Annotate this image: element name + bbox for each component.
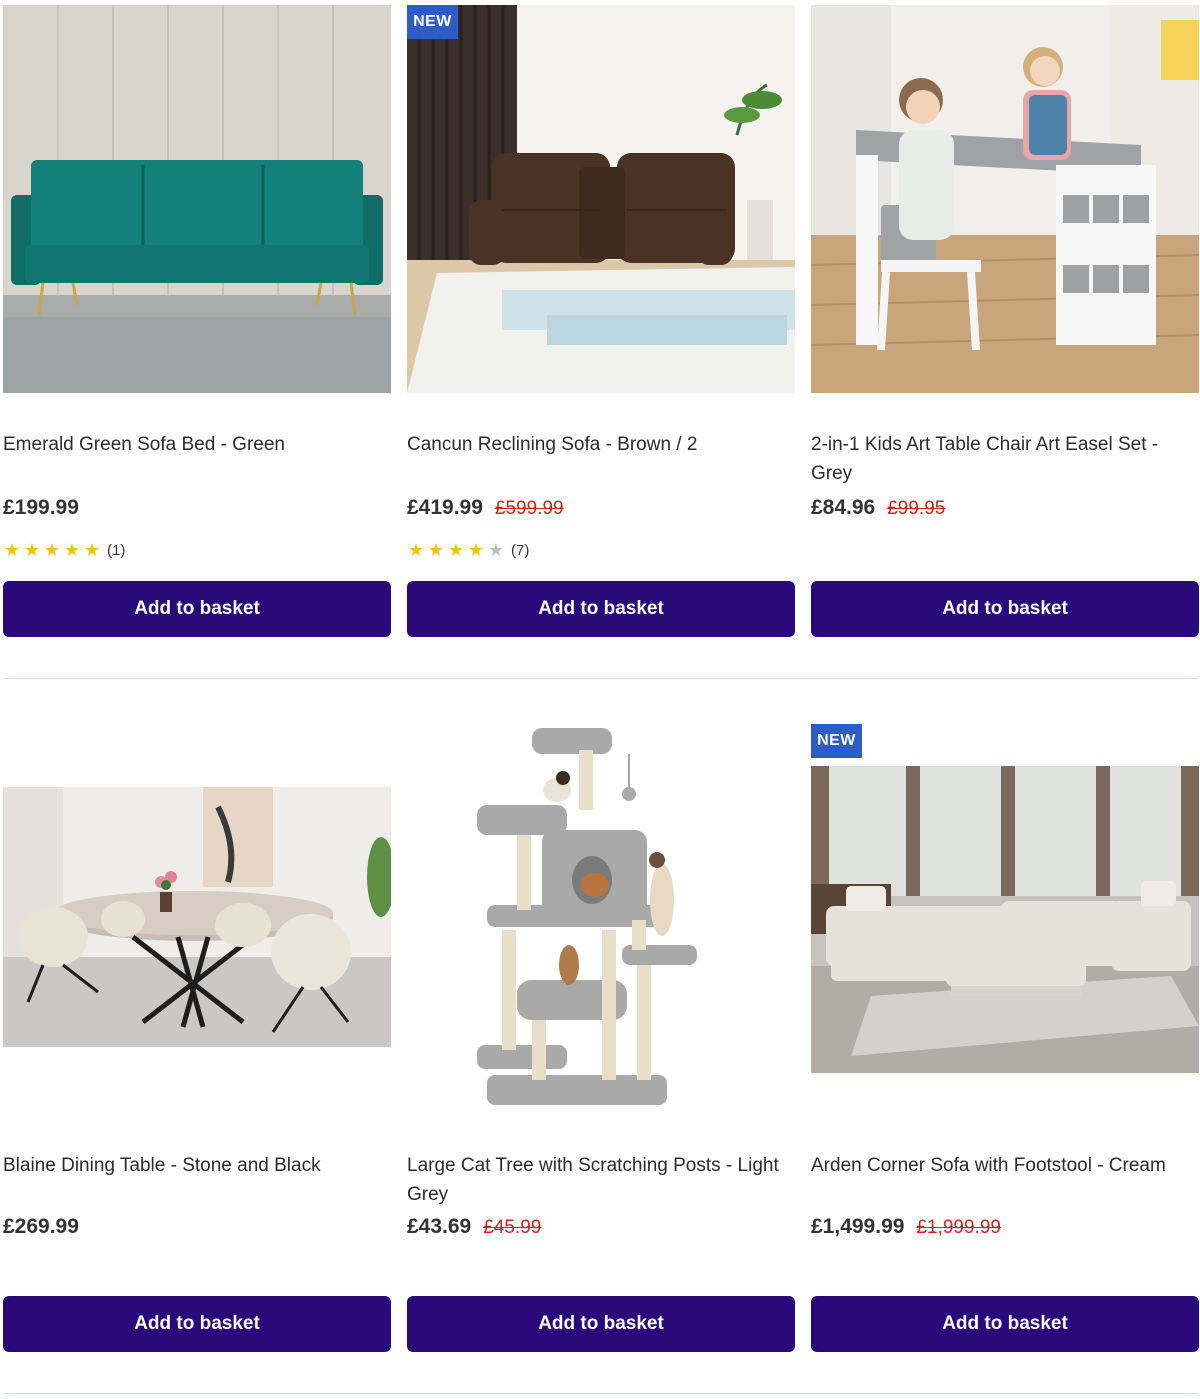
row-divider xyxy=(3,678,1198,679)
product-title[interactable]: 2-in-1 Kids Art Table Chair Art Easel Se… xyxy=(811,430,1199,488)
corner-sofa-image[interactable] xyxy=(811,766,1199,1073)
price-line: £269.99 xyxy=(3,1215,79,1239)
star-rating[interactable]: ★ ★ ★ ★ ★ (7) xyxy=(407,541,529,559)
product-row-2: Blaine Dining Table - Stone and Black £2… xyxy=(0,680,1200,1399)
rating-count: (7) xyxy=(511,541,530,559)
product-card: NEW Cancun Reclining Sofa - Brown / 2 £4… xyxy=(407,0,795,680)
add-to-basket-button[interactable]: Add to basket xyxy=(407,1296,795,1352)
was-price: £45.99 xyxy=(483,1217,542,1238)
price-line: £84.96 £99.95 xyxy=(811,496,945,520)
product-card: Blaine Dining Table - Stone and Black £2… xyxy=(3,680,391,1399)
product-title[interactable]: Arden Corner Sofa with Footstool - Cream xyxy=(811,1151,1199,1180)
green-sofa-bed-image[interactable] xyxy=(3,5,391,393)
star-filled-icon: ★ xyxy=(447,540,465,560)
product-card: Emerald Green Sofa Bed - Green £199.99 ★… xyxy=(3,0,391,680)
add-to-basket-button[interactable]: Add to basket xyxy=(3,1296,391,1352)
add-to-basket-button[interactable]: Add to basket xyxy=(3,581,391,637)
add-to-basket-button[interactable]: Add to basket xyxy=(811,1296,1199,1352)
kids-art-table-image[interactable] xyxy=(811,5,1199,393)
product-card: NEW Arden Corner Sofa with Footstool - C… xyxy=(811,680,1199,1399)
product-price: £269.99 xyxy=(3,1215,79,1238)
brown-recliner-sofa-image[interactable]: NEW xyxy=(407,5,795,393)
add-to-basket-button[interactable]: Add to basket xyxy=(811,581,1199,637)
was-price: £599.99 xyxy=(494,498,564,519)
product-price: £43.69 xyxy=(407,1215,472,1238)
product-price: £419.99 xyxy=(407,496,483,519)
price-line: £199.99 xyxy=(3,496,79,520)
product-row-1: Emerald Green Sofa Bed - Green £199.99 ★… xyxy=(0,0,1200,680)
product-title[interactable]: Emerald Green Sofa Bed - Green xyxy=(3,430,391,459)
star-empty-icon: ★ xyxy=(487,540,505,560)
star-filled-icon: ★ xyxy=(467,540,485,560)
dining-table-image[interactable] xyxy=(3,787,391,1047)
row-divider xyxy=(3,1393,1198,1394)
product-price: £84.96 xyxy=(811,496,876,519)
star-filled-icon: ★ xyxy=(83,540,101,560)
star-filled-icon: ★ xyxy=(63,540,81,560)
rating-count: (1) xyxy=(107,541,126,559)
star-filled-icon: ★ xyxy=(43,540,61,560)
price-line: £419.99 £599.99 xyxy=(407,496,564,520)
cat-tree-image[interactable] xyxy=(407,720,795,1120)
price-line: £1,499.99 £1,999.99 xyxy=(811,1215,1001,1239)
product-card: Large Cat Tree with Scratching Posts - L… xyxy=(407,680,795,1399)
product-price: £1,499.99 xyxy=(811,1215,905,1238)
product-title[interactable]: Cancun Reclining Sofa - Brown / 2 xyxy=(407,430,795,459)
star-filled-icon: ★ xyxy=(427,540,445,560)
star-rating[interactable]: ★ ★ ★ ★ ★ (1) xyxy=(3,541,125,559)
product-price: £199.99 xyxy=(3,496,79,519)
new-badge: NEW xyxy=(811,724,862,758)
product-title[interactable]: Blaine Dining Table - Stone and Black xyxy=(3,1151,391,1180)
product-title[interactable]: Large Cat Tree with Scratching Posts - L… xyxy=(407,1151,795,1209)
was-price: £99.95 xyxy=(887,498,946,519)
add-to-basket-button[interactable]: Add to basket xyxy=(407,581,795,637)
star-filled-icon: ★ xyxy=(3,540,21,560)
star-filled-icon: ★ xyxy=(407,540,425,560)
new-badge: NEW xyxy=(407,5,458,39)
product-card: 2-in-1 Kids Art Table Chair Art Easel Se… xyxy=(811,0,1199,680)
price-line: £43.69 £45.99 xyxy=(407,1215,541,1239)
star-filled-icon: ★ xyxy=(23,540,41,560)
was-price: £1,999.99 xyxy=(916,1217,1001,1238)
